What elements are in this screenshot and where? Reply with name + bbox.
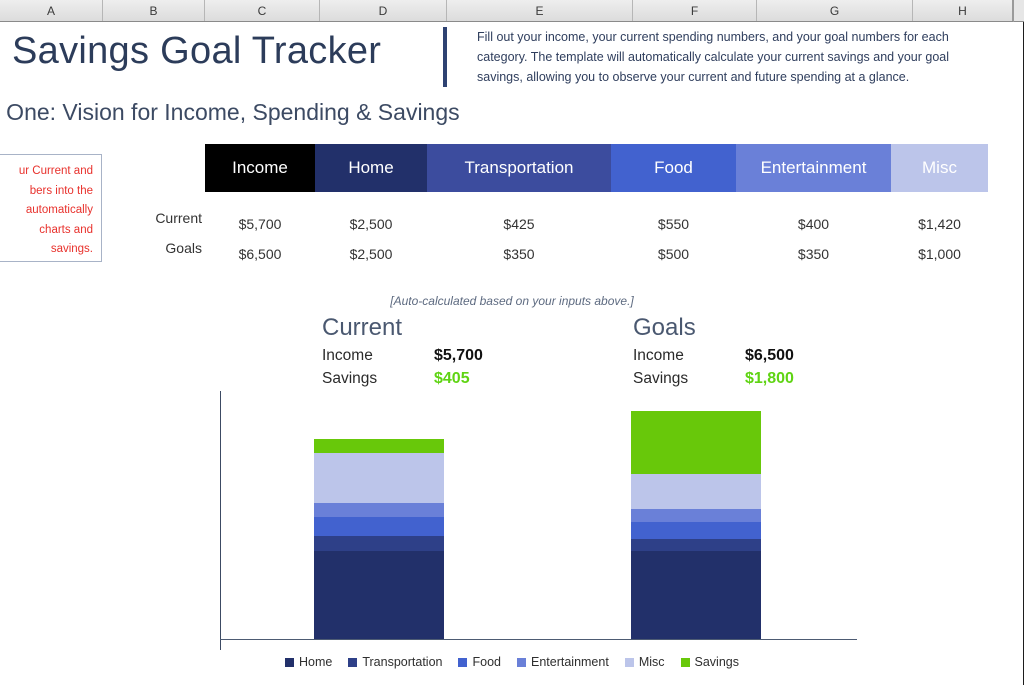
summary-goals-income-label: Income [633, 347, 684, 364]
instruction-note-box: ur Current and bers into the automatically… [0, 154, 102, 262]
bar-segment-entertainment [631, 509, 761, 522]
cell-current-misc[interactable]: $1,420 [891, 210, 988, 238]
summary-current-title: Current [322, 314, 403, 341]
bar-segment-entertainment [314, 503, 444, 518]
row-label-goals: Goals [165, 240, 202, 256]
bar-segment-misc [631, 474, 761, 510]
bar-segment-transportation [631, 539, 761, 552]
cell-current-home[interactable]: $2,500 [315, 210, 427, 238]
chart-legend: Home Transportation Food Entertainment Misc S… [0, 655, 1024, 669]
cell-goals-transportation[interactable]: $350 [427, 240, 611, 268]
chart-bar-goals [631, 411, 761, 639]
summary-current-income-label: Income [322, 347, 373, 364]
category-header-entertainment: Entertainment [736, 144, 891, 192]
summary-current-income-value: $5,700 [434, 347, 483, 364]
page-title: Savings Goal Tracker [12, 30, 382, 72]
legend-item-home: Home [285, 655, 332, 669]
cell-current-transportation[interactable]: $425 [427, 210, 611, 238]
legend-swatch-entertainment-icon [516, 657, 526, 667]
chart-x-axis [220, 639, 857, 640]
summary-goals: Goals Income $6,500 Savings $1,800 [633, 314, 794, 388]
column-header-c[interactable]: C [205, 0, 320, 21]
cell-current-food[interactable]: $550 [611, 210, 736, 238]
legend-swatch-misc-icon [624, 657, 634, 667]
cell-goals-income[interactable]: $6,500 [205, 240, 315, 268]
bar-segment-food [314, 517, 444, 537]
cell-goals-food[interactable]: $500 [611, 240, 736, 268]
bar-segment-home [631, 551, 761, 639]
note-line: bers into the [29, 184, 93, 197]
bar-segment-home [314, 551, 444, 639]
summary-current-income: Income $5,700 [322, 347, 483, 365]
note-line: automatically [25, 204, 93, 216]
category-header-misc: Misc [891, 144, 988, 192]
cell-goals-entertainment[interactable]: $350 [736, 240, 891, 268]
legend-item-misc: Misc [624, 655, 665, 669]
legend-item-food: Food [458, 655, 501, 669]
category-header-income: Income [205, 144, 315, 192]
note-line: charts and [39, 223, 93, 236]
stacked-bar-chart: Home Transportation Food Entertainment Misc S… [0, 380, 1024, 685]
legend-item-savings: Savings [680, 655, 739, 669]
sheet-right-edge-tick [1013, 0, 1014, 22]
cell-goals-misc[interactable]: $1,000 [891, 240, 988, 268]
instruction-note-text: ur Current and bers into the automatically… [0, 162, 93, 260]
category-header-food: Food [611, 144, 736, 192]
table-row-goals: $6,500 $2,500 $350 $500 $350 $1,000 [205, 240, 988, 268]
legend-swatch-food-icon [458, 657, 468, 667]
cell-goals-home[interactable]: $2,500 [315, 240, 427, 268]
legend-label: Transportation [362, 655, 443, 669]
legend-item-entertainment: Entertainment [516, 655, 609, 669]
legend-swatch-transportation-icon [348, 657, 358, 667]
cell-current-entertainment[interactable]: $400 [736, 210, 891, 238]
legend-label: Home [299, 655, 333, 669]
bar-segment-misc [314, 453, 444, 504]
summary-goals-income-value: $6,500 [745, 347, 794, 364]
column-header-g[interactable]: G [757, 0, 913, 21]
intro-description: Fill out your income, your current spend… [477, 30, 949, 84]
note-line: ur Current and [18, 165, 93, 177]
summary-current: Current Income $5,700 Savings $405 [322, 314, 483, 388]
bar-segment-transportation [314, 536, 444, 552]
summary-goals-income: Income $6,500 [633, 347, 794, 365]
column-header-h[interactable]: H [913, 0, 1013, 21]
title-divider [443, 27, 447, 87]
cell-current-income[interactable]: $5,700 [205, 210, 315, 238]
category-header-transportation: Transportation [427, 144, 611, 192]
table-row-current: $5,700 $2,500 $425 $550 $400 $1,420 [205, 210, 988, 238]
autocalc-caption: [Auto-calculated based on your inputs ab… [390, 294, 634, 308]
column-header-d[interactable]: D [320, 0, 447, 21]
column-header-b[interactable]: B [103, 0, 205, 21]
bar-segment-savings [314, 439, 444, 454]
legend-label: Misc [638, 655, 665, 669]
legend-label: Entertainment [530, 655, 609, 669]
spreadsheet-app: ABCDEFGH Savings Goal Tracker Fill out y… [0, 0, 1024, 685]
column-header-f[interactable]: F [633, 0, 757, 21]
legend-swatch-savings-icon [680, 657, 690, 667]
chart-y-axis [220, 391, 221, 650]
column-header-strip: ABCDEFGH [0, 0, 1024, 22]
legend-label: Food [472, 655, 501, 669]
category-header-home: Home [315, 144, 427, 192]
legend-item-transportation: Transportation [348, 655, 442, 669]
chart-bar-current [314, 439, 444, 639]
note-line: savings. [50, 243, 93, 255]
column-header-e[interactable]: E [447, 0, 633, 21]
category-header-row: Income Home Transportation Food Entertainmen… [205, 144, 988, 192]
summary-goals-title: Goals [633, 314, 696, 341]
bar-segment-food [631, 521, 761, 540]
row-label-current: Current [155, 210, 202, 226]
section-heading: p One: Vision for Income, Spending & Sav… [0, 99, 460, 125]
legend-label: Savings [694, 655, 739, 669]
bar-segment-savings [631, 411, 761, 475]
legend-swatch-home-icon [285, 657, 294, 667]
column-header-a[interactable]: A [0, 0, 103, 21]
